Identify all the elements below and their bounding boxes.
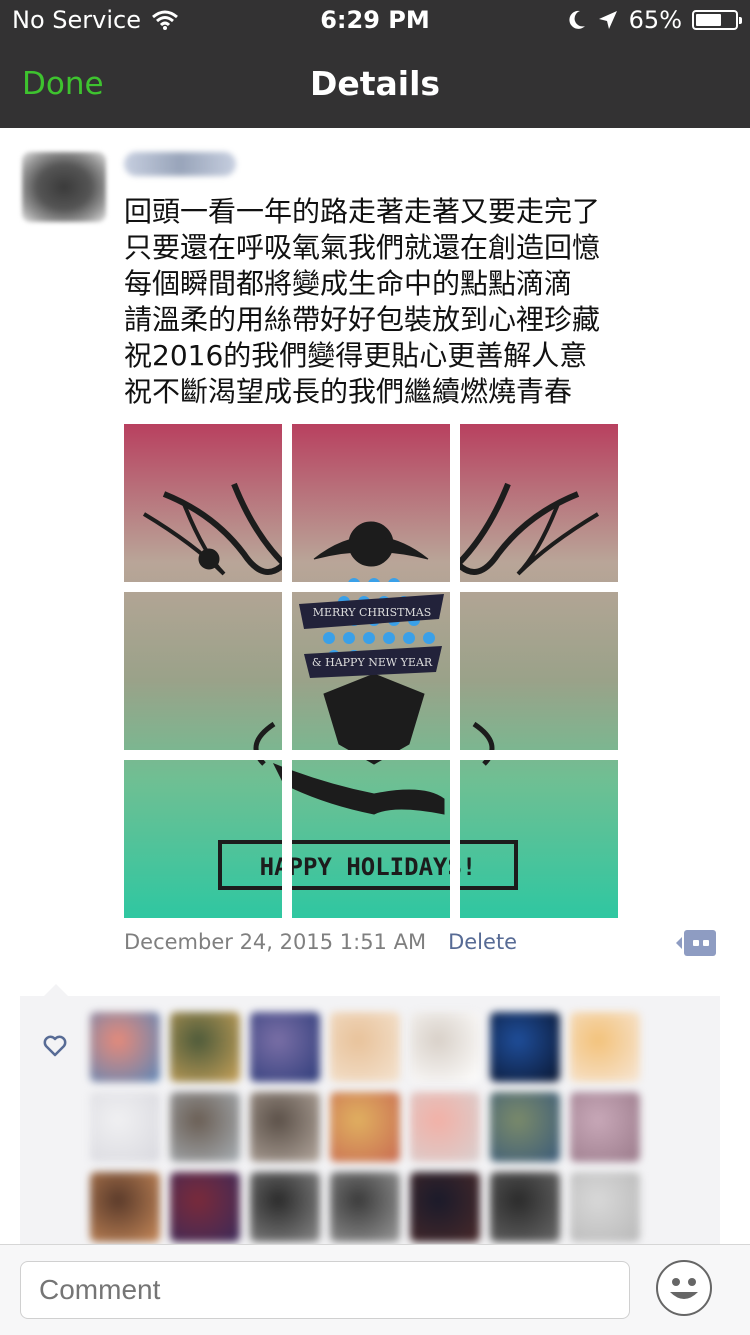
photo-image: MERRY CHRISTMAS & HAPPY NEW YEAR HAPPY H… (292, 592, 450, 750)
photo-tile[interactable]: MERRY CHRISTMAS & HAPPY NEW YEAR HAPPY H… (292, 592, 450, 750)
heart-outline-icon (43, 1035, 67, 1057)
photo-grid: MERRY CHRISTMAS & HAPPY NEW YEAR HAPPY H… (124, 424, 618, 918)
liker-avatar[interactable] (250, 1092, 320, 1162)
banner-text-1: MERRY CHRISTMAS (313, 606, 432, 619)
liker-avatar[interactable] (90, 1092, 160, 1162)
likes-panel (20, 984, 720, 1246)
holiday-box-text: HAPPY HOLIDAYS! (460, 853, 476, 881)
liker-avatar[interactable] (490, 1092, 560, 1162)
liker-avatar[interactable] (250, 1172, 320, 1242)
photo-tile[interactable]: MERRY CHRISTMAS & HAPPY NEW YEAR HAPPY H… (460, 760, 618, 918)
liker-avatar[interactable] (410, 1172, 480, 1242)
holiday-box-text: HAPPY HOLIDAYS! (260, 853, 282, 881)
liker-avatar[interactable] (490, 1012, 560, 1082)
post-text-line: 請溫柔的用絲帶好好包裝放到心裡珍藏 (124, 303, 601, 336)
photo-image: MERRY CHRISTMAS & HAPPY NEW YEAR HAPPY H… (124, 424, 282, 582)
post-text-line: 祝不斷渴望成長的我們繼續燃燒青春 (124, 375, 573, 408)
status-right-group: 65% (567, 6, 742, 34)
nav-bar: Done Details (0, 40, 750, 128)
liker-avatar[interactable] (490, 1172, 560, 1242)
liker-avatar[interactable] (90, 1012, 160, 1082)
post-text-line: 只要還在呼吸氧氣我們就還在創造回憶 (124, 231, 601, 264)
photo-tile[interactable]: MERRY CHRISTMAS & HAPPY NEW YEAR HAPPY H… (124, 592, 282, 750)
photo-tile[interactable]: MERRY CHRISTMAS & HAPPY NEW YEAR HAPPY H… (292, 424, 450, 582)
liker-avatar[interactable] (170, 1172, 240, 1242)
page-title: Details (309, 64, 441, 103)
photo-tile[interactable]: MERRY CHRISTMAS & HAPPY NEW YEAR HAPPY H… (124, 424, 282, 582)
photo-image: MERRY CHRISTMAS & HAPPY NEW YEAR HAPPY H… (460, 424, 618, 582)
post-meta: December 24, 2015 1:51 AM Delete (124, 930, 517, 954)
post-timestamp: December 24, 2015 1:51 AM (124, 930, 427, 954)
liker-avatar[interactable] (410, 1092, 480, 1162)
banner-text-2: & HAPPY NEW YEAR (312, 656, 433, 669)
liker-avatar[interactable] (330, 1012, 400, 1082)
top-bar: No Service 6:29 PM 65% Done Details (0, 0, 750, 128)
photo-image: MERRY CHRISTMAS & HAPPY NEW YEAR HAPPY H… (460, 760, 618, 918)
holiday-box-text: HAPPY HOLIDAYS! (292, 853, 450, 881)
liker-avatar[interactable] (570, 1092, 640, 1162)
photo-image: MERRY CHRISTMAS & HAPPY NEW YEAR HAPPY H… (124, 592, 282, 750)
battery-percent: 65% (628, 6, 682, 34)
delete-button[interactable]: Delete (448, 930, 517, 954)
liker-avatar[interactable] (410, 1012, 480, 1082)
photo-image: MERRY CHRISTMAS & HAPPY NEW YEAR HAPPY H… (124, 760, 282, 918)
photo-image: MERRY CHRISTMAS & HAPPY NEW YEAR HAPPY H… (292, 760, 450, 918)
moon-icon (569, 10, 585, 29)
comment-input[interactable] (20, 1261, 630, 1319)
post-text-line: 每個瞬間都將變成生命中的點點滴滴 (124, 267, 573, 300)
photo-image: MERRY CHRISTMAS & HAPPY NEW YEAR HAPPY H… (292, 424, 450, 582)
author-avatar[interactable] (22, 152, 106, 222)
photo-tile[interactable]: MERRY CHRISTMAS & HAPPY NEW YEAR HAPPY H… (460, 424, 618, 582)
post-text: 回頭一看一年的路走著走著又要走完了 只要還在呼吸氧氣我們就還在創造回憶 每個瞬間… (124, 194, 664, 410)
liker-avatar[interactable] (330, 1172, 400, 1242)
liker-avatar[interactable] (90, 1172, 160, 1242)
liker-avatar[interactable] (330, 1092, 400, 1162)
status-bar: No Service 6:29 PM 65% (0, 0, 750, 40)
liker-avatar[interactable] (170, 1092, 240, 1162)
post-text-line: 祝2016的我們變得更貼心更善解人意 (124, 339, 588, 372)
location-arrow-icon (598, 11, 617, 29)
author-name-blurred[interactable] (124, 152, 236, 176)
liker-avatar[interactable] (570, 1172, 640, 1242)
post-text-line: 回頭一看一年的路走著走著又要走完了 (124, 195, 601, 228)
photo-tile[interactable]: MERRY CHRISTMAS & HAPPY NEW YEAR HAPPY H… (124, 760, 282, 918)
comment-bar (0, 1244, 750, 1335)
battery-icon (692, 10, 742, 30)
liker-avatar[interactable] (250, 1012, 320, 1082)
photo-tile[interactable]: MERRY CHRISTMAS & HAPPY NEW YEAR HAPPY H… (292, 760, 450, 918)
photo-image: MERRY CHRISTMAS & HAPPY NEW YEAR HAPPY H… (460, 592, 618, 750)
liker-avatar[interactable] (170, 1012, 240, 1082)
photo-tile[interactable]: MERRY CHRISTMAS & HAPPY NEW YEAR HAPPY H… (460, 592, 618, 750)
comment-menu-icon[interactable] (676, 930, 716, 956)
liker-avatar[interactable] (570, 1012, 640, 1082)
smiley-icon[interactable] (656, 1260, 712, 1316)
